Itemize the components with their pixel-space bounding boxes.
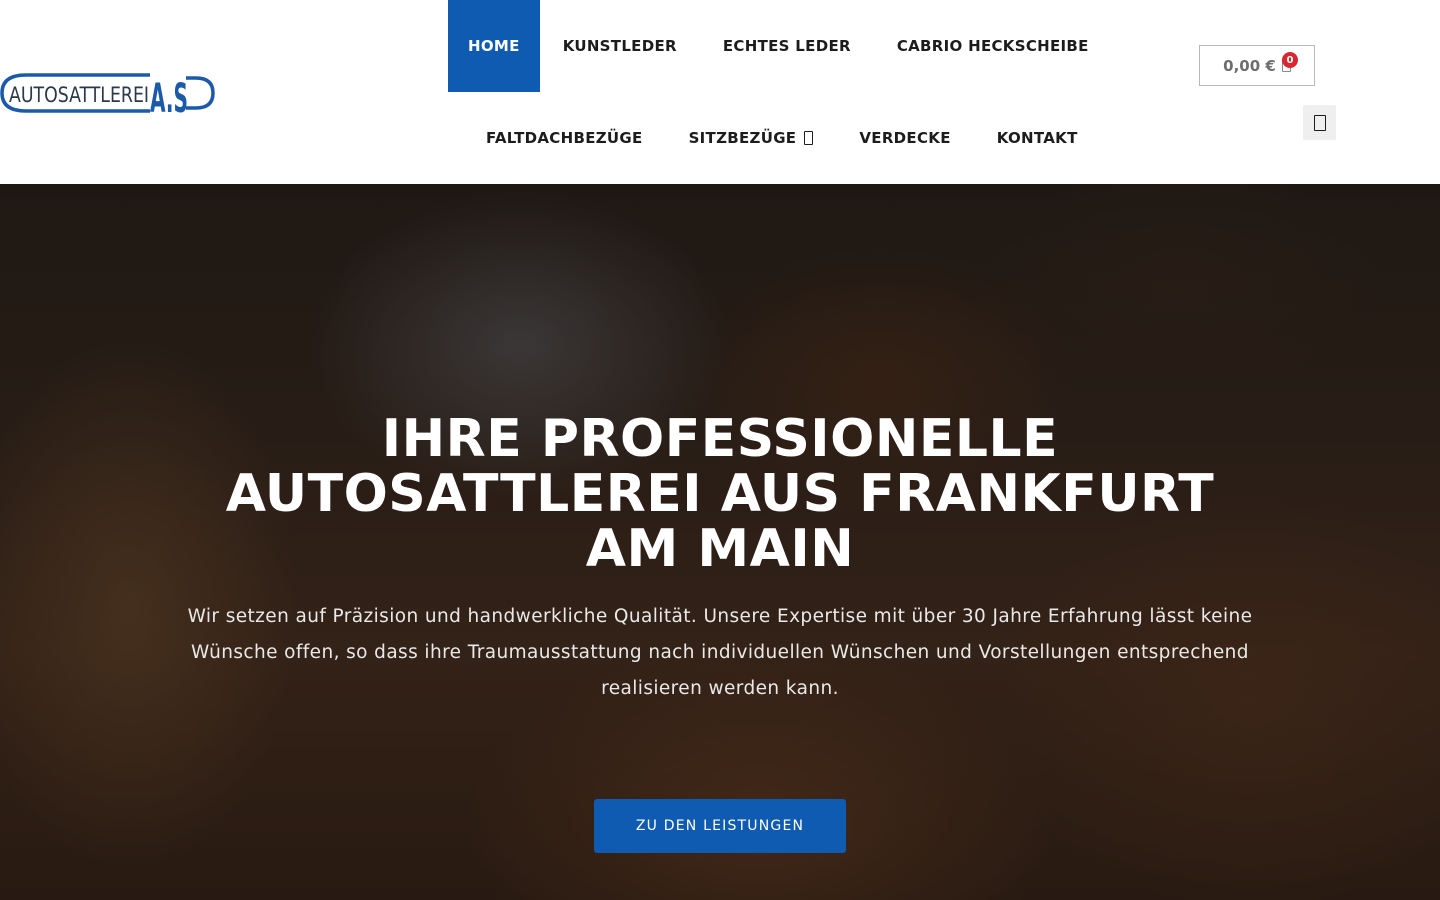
search-icon	[1313, 114, 1326, 131]
nav-sitzbezuege[interactable]: SITZBEZÜGE	[666, 92, 837, 184]
site-logo[interactable]: AUTOSATTLEREI A.S	[0, 70, 216, 116]
nav-cabrio-heckscheibe[interactable]: CABRIO HECKSCHEIBE	[874, 0, 1112, 92]
cart-button[interactable]: 0,00 € 0	[1199, 45, 1315, 86]
nav-sitzbezuege-label: SITZBEZÜGE	[688, 129, 797, 147]
cart-amount: 0,00 €	[1223, 56, 1276, 75]
site-header: AUTOSATTLEREI A.S HOME KUNSTLEDER ECHTES…	[0, 0, 1440, 184]
nav-home[interactable]: HOME	[448, 0, 540, 92]
nav-kunstleder[interactable]: KUNSTLEDER	[540, 0, 700, 92]
hero-title: IHRE PROFESSIONELLE AUTOSATTLEREI AUS FR…	[225, 409, 1215, 579]
nav-faltdachbezuege[interactable]: FALTDACHBEZÜGE	[463, 92, 666, 184]
cart-count-badge: 0	[1282, 52, 1298, 68]
nav-verdecke[interactable]: VERDECKE	[836, 92, 973, 184]
hero-section: IHRE PROFESSIONELLE AUTOSATTLEREI AUS FR…	[0, 184, 1440, 900]
search-button[interactable]	[1303, 105, 1336, 140]
logo-graphic: AUTOSATTLEREI A.S	[0, 73, 215, 116]
logo-mark: A.S	[150, 76, 188, 116]
chevron-down-icon	[804, 131, 814, 145]
nav-kontakt[interactable]: KONTAKT	[974, 92, 1101, 184]
logo-text: AUTOSATTLEREI	[9, 83, 149, 107]
main-nav-row-1: HOME KUNSTLEDER ECHTES LEDER CABRIO HECK…	[448, 0, 1112, 92]
hero-description: Wir setzen auf Präzision und handwerklic…	[187, 606, 1253, 699]
nav-echtes-leder[interactable]: ECHTES LEDER	[700, 0, 874, 92]
main-nav-row-2: FALTDACHBEZÜGE SITZBEZÜGE VERDECKE KONTA…	[463, 92, 1101, 184]
services-button[interactable]: ZU DEN LEISTUNGEN	[594, 799, 846, 853]
